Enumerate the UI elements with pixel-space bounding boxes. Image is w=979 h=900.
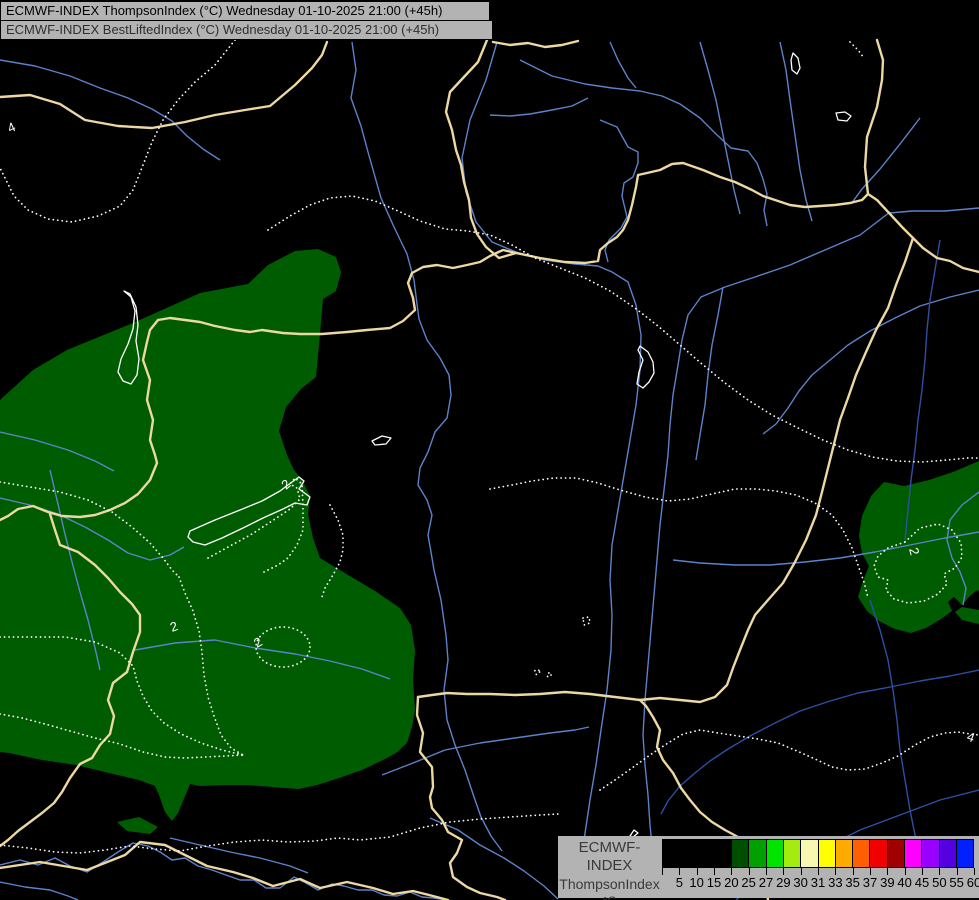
legend-color-box [853,840,871,867]
legend-color-box [697,840,715,867]
weather-map: 422224 [0,0,979,900]
legend-tick [974,868,975,875]
legend-color-box [766,840,784,867]
legend-unit-label: °C [558,893,661,900]
legend-tick [662,868,663,875]
legend-tick [939,868,941,875]
legend-tick [766,868,767,875]
legend-color-box [749,840,767,867]
legend-tick [956,868,958,875]
weather-map-screen: 422224 ECMWF-INDEX ThompsonIndex (°C) We… [0,0,979,900]
legend-tick [818,868,819,875]
title-bar-best-lifted-index: ECMWF-INDEX BestLiftedIndex (°C) Wednesd… [0,20,493,40]
legend-tick [800,868,802,875]
legend-color-box [818,840,836,867]
legend-color-box [870,840,888,867]
legend-color-box [663,840,681,867]
legend-color-box [887,840,905,867]
legend-color-box [939,840,957,867]
legend-color-box [680,840,698,867]
legend-tick [748,868,750,875]
legend-tick-value: 60 [966,875,979,890]
legend-tick [714,868,715,875]
legend-color-box [801,840,819,867]
legend-color-box [714,840,733,867]
legend-tick [887,868,889,875]
legend-tick [922,868,923,875]
legend-color-box [732,840,750,867]
legend-tick [870,868,871,875]
legend-tick [835,868,837,875]
legend-color-box [835,840,854,867]
legend-labels: ECMWF-INDEX ThompsonIndex °C [558,839,661,900]
legend-model-label: ECMWF-INDEX [578,839,641,874]
legend-color-box [904,840,923,867]
legend-tick [904,868,906,875]
legend-tick [783,868,785,875]
legend-tick [679,868,681,875]
legend-tick [731,868,733,875]
legend-colorbar [662,839,974,868]
legend-tick [852,868,854,875]
legend-color-box [956,840,974,867]
legend-color-box [783,840,802,867]
title-bar-thompson-index: ECMWF-INDEX ThompsonIndex (°C) Wednesday… [0,1,490,21]
legend-index-label: ThompsonIndex [559,876,660,892]
legend: ECMWF-INDEX ThompsonIndex °C 51015202527… [558,836,979,900]
legend-color-box [922,840,940,867]
legend-tick [696,868,698,875]
